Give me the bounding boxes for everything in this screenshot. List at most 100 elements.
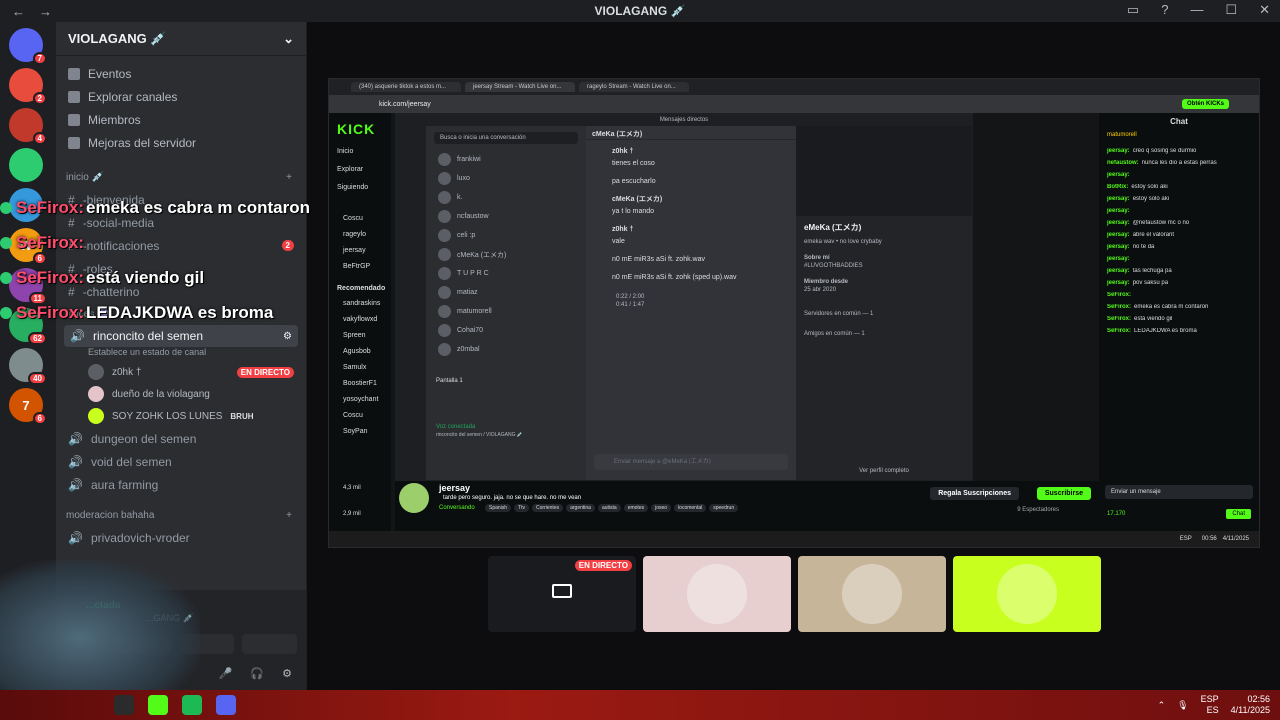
language-indicator[interactable]: ESP ES <box>1201 694 1219 716</box>
dm-item[interactable]: matumorell <box>426 302 586 321</box>
browser-tab[interactable]: rageylo Stream - Watch Live on... <box>579 82 689 92</box>
kick-chat-user[interactable]: jeersay: <box>1107 172 1130 178</box>
mutual-friends[interactable]: Amigos en común — 1 <box>796 317 972 337</box>
forward-icon[interactable]: → <box>39 4 52 19</box>
chevron-up-icon[interactable]: ⌃ <box>1158 700 1166 711</box>
stream-tag[interactable]: locomental <box>674 504 707 512</box>
message-author[interactable]: cMeKa (エメカ) <box>612 194 796 206</box>
kick-icon[interactable] <box>148 695 168 715</box>
browser-tab[interactable]: (340) asquerie tiktok a estos m... <box>351 82 461 92</box>
recommended-channel[interactable]: Spreen <box>343 328 391 344</box>
stream-tile[interactable]: EN DIRECTO <box>488 556 636 632</box>
stream-tag[interactable]: emotes <box>623 504 649 512</box>
kick-chat-user[interactable]: jeersay: <box>1107 220 1130 226</box>
stream-tag[interactable]: speedrun <box>709 504 739 512</box>
channel-status[interactable]: Establece un estado de canal <box>56 347 306 361</box>
spotify-icon[interactable] <box>182 695 202 715</box>
recommended-channel[interactable]: vakyflowxd <box>343 312 391 328</box>
server-icon[interactable]: 2 <box>9 68 47 105</box>
kick-chat-user[interactable]: jeersay: <box>1107 268 1130 274</box>
voice-channel-void[interactable]: 🔊 void del semen <box>56 450 306 473</box>
recommended-channel[interactable]: yosoychant <box>343 392 391 408</box>
mutual-servers[interactable]: Servidores en común — 1 <box>796 295 972 317</box>
add-channel-icon[interactable]: + <box>286 510 292 521</box>
menu-boosts[interactable]: Mejoras del servidor <box>56 131 306 154</box>
mic-icon[interactable]: 🎙 <box>1177 700 1188 711</box>
dm-item[interactable]: cMeKa (エメカ) <box>426 245 586 264</box>
message-input[interactable]: Enviar mensaje a @eMeKa (エメカ) <box>594 454 788 470</box>
minimize-icon[interactable]: — <box>1190 2 1203 18</box>
kick-chat-user[interactable]: SeFirox: <box>1107 292 1131 298</box>
stream-tag[interactable]: autista <box>597 504 621 512</box>
server-icon[interactable]: 40 <box>9 348 47 385</box>
clock[interactable]: 02:56 4/11/2025 <box>1231 694 1270 716</box>
kick-chat-user[interactable]: jeersay: <box>1107 280 1130 286</box>
channel-notificaciones[interactable]: # -notificaciones 2 <box>56 234 306 257</box>
kick-chat-user[interactable]: SeFirox: <box>1107 316 1131 322</box>
close-icon[interactable]: ✕ <box>1259 2 1270 18</box>
voice-channel-aura[interactable]: 🔊 aura farming <box>56 473 306 496</box>
help-icon[interactable]: ? <box>1161 2 1168 18</box>
browser-tab[interactable]: jeersay Stream - Watch Live on... <box>465 82 575 92</box>
kick-chat-user[interactable]: nefaustow: <box>1107 160 1139 166</box>
followed-channel[interactable]: BeFtrGP <box>343 259 391 275</box>
kick-chat-user[interactable]: jeersay: <box>1107 232 1130 238</box>
recommended-channel[interactable]: sandraskins <box>343 296 391 312</box>
subscribe-button[interactable]: Suscribirse <box>1036 487 1091 500</box>
voice-channel-dungeon[interactable]: 🔊 dungeon del semen <box>56 427 306 450</box>
dm-item[interactable]: luxo <box>426 169 586 188</box>
kick-chat-user[interactable]: jeersay: <box>1107 196 1130 202</box>
participant-tile[interactable] <box>798 556 946 632</box>
recommended-channel[interactable]: BoostierF1 <box>343 376 391 392</box>
dm-search[interactable]: Busca o inicia una conversación <box>434 132 578 144</box>
kick-nav-siguiendo[interactable]: Siguiendo <box>337 179 391 197</box>
kick-chat-user[interactable]: SeFirox: <box>1107 304 1131 310</box>
voice-user[interactable]: dueño de la violagang <box>56 383 306 405</box>
stream-category[interactable]: Conversando <box>439 505 475 511</box>
settings-icon[interactable]: ⚙ <box>283 331 292 342</box>
soundboard-button[interactable] <box>242 634 297 654</box>
view-full-profile[interactable]: Ver perfil completo <box>796 468 972 474</box>
stream-tag[interactable]: joseo <box>651 504 672 512</box>
maximize-icon[interactable]: ☐ <box>1225 2 1237 18</box>
kick-chat-user[interactable]: SeFirox: <box>1107 328 1131 334</box>
address-bar[interactable]: kick.com/jeersay <box>329 95 1259 113</box>
menu-members[interactable]: Miembros <box>56 108 306 131</box>
dm-item[interactable]: ncfaustow <box>426 207 586 226</box>
add-channel-icon[interactable]: + <box>286 172 292 183</box>
dm-item[interactable]: frankiwi <box>426 150 586 169</box>
menu-browse-channels[interactable]: Explorar canales <box>56 85 306 108</box>
obs-icon[interactable] <box>114 695 134 715</box>
category-moderacion[interactable]: moderacion bahaha + <box>56 504 306 526</box>
gift-subs-button[interactable]: Regala Suscripciones <box>930 487 1019 500</box>
kick-chat-input[interactable]: Enviar un mensaje <box>1105 485 1253 499</box>
recommended-channel[interactable]: Samulx <box>343 360 391 376</box>
dm-item[interactable]: Cohai70 <box>426 321 586 340</box>
kick-chat-user[interactable]: jeersay: <box>1107 208 1130 214</box>
voice-user[interactable]: z0hk † EN DIRECTO <box>56 361 306 383</box>
stream-tag[interactable]: Spanish <box>485 504 512 512</box>
server-icon[interactable]: 7 <box>9 28 47 65</box>
category-inicio[interactable]: inicio 💉 + <box>56 166 306 188</box>
followed-channel[interactable]: Coscu <box>343 211 391 227</box>
discord-icon[interactable] <box>216 695 236 715</box>
recommended-channel[interactable]: Agusbob <box>343 344 391 360</box>
message-author[interactable]: z0hk † <box>612 146 796 158</box>
kick-chat-user[interactable]: jeersay: <box>1107 148 1130 154</box>
stream-tag[interactable]: argentina <box>566 504 595 512</box>
recommended-channel[interactable]: SoyPan <box>343 424 391 440</box>
kick-chat-user[interactable]: jeersay: <box>1107 256 1130 262</box>
server-header[interactable]: VIOLAGANG 💉 ⌄ <box>56 22 306 56</box>
inbox-icon[interactable]: ▭ <box>1127 2 1139 18</box>
kick-nav-explorar[interactable]: Explorar <box>337 161 391 179</box>
stream-tag[interactable]: Corrientes <box>532 504 564 512</box>
headphones-icon[interactable]: 🎧 <box>250 667 264 680</box>
participant-tile[interactable] <box>643 556 791 632</box>
recommended-channel[interactable]: Coscu <box>343 408 391 424</box>
discord-window[interactable]: Mensajes directos Busca o inicia una con… <box>395 113 973 481</box>
server-icon[interactable] <box>9 148 43 182</box>
obten-kicks-button[interactable]: Obtén KICKs <box>1181 99 1229 109</box>
dm-item[interactable]: matiaz <box>426 283 586 302</box>
dm-item[interactable]: celi :p <box>426 226 586 245</box>
followed-channel[interactable]: jeersay <box>343 243 391 259</box>
